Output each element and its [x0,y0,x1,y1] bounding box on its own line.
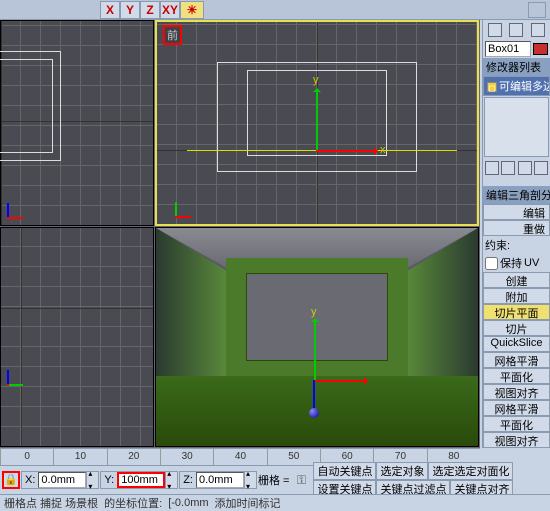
attach-button[interactable]: 附加 [483,288,550,304]
viewport-front[interactable]: 前 y x [155,20,479,226]
timeline-tick: 0 [0,449,53,465]
status-coord-label: 的坐标位置: [104,495,162,511]
show-end-icon[interactable] [501,161,515,175]
selected-obj-button[interactable]: 选定对象 [376,462,428,480]
gizmo-y-axis[interactable] [314,320,316,380]
viewport-bottom-left[interactable] [0,227,154,447]
viewalign2-button[interactable]: 视图对齐 [483,432,550,448]
remove-mod-icon[interactable] [534,161,548,175]
viewport-label-front[interactable]: 前 [163,25,182,45]
timeline-tick: 30 [160,449,213,465]
timeline-tick: 50 [267,449,320,465]
key-icon[interactable]: ⚿ [290,471,312,489]
slice-plane-button[interactable]: 切片平面 [483,304,550,320]
timeline-tick: 20 [107,449,160,465]
modifier-list-label[interactable]: 修改器列表 [483,58,550,76]
quickslice-button[interactable]: QuickSlice [483,336,550,352]
axis-y-button[interactable]: Y [120,1,140,19]
status-add-marker[interactable]: 添加时间标记 [215,495,281,511]
viewport-area: 前 y x [0,20,480,448]
axis-z-button[interactable]: Z [140,1,160,19]
grid-label: 栅格 = [258,472,289,488]
coord-z-input[interactable] [196,472,244,488]
viewport-axis-tripod [175,200,193,218]
top-toolbar: X Y Z XY ☀ [0,0,550,20]
status-bar: 栅格点 捕捉 场景根 的坐标位置: [-0.0mm 添加时间标记 [0,494,550,510]
command-panel: 修改器列表 ◻可编辑多边 编辑三角剖分 编辑 重做 约束: 保持 UV 创建 附… [482,20,550,448]
stack-tool-icons [483,158,550,178]
gizmo-x-axis[interactable] [316,150,376,152]
gizmo-y-axis[interactable] [316,90,318,150]
coord-z-spinner[interactable] [244,472,256,488]
redo-button[interactable]: 重做 [483,220,550,236]
coord-z-group: Z: [179,471,257,489]
keep-uv-row: 保持 UV [483,254,550,272]
stack-toggle-icon[interactable]: ◻ [487,82,497,92]
modifier-stack-area[interactable] [484,97,549,157]
timeline-tick: 10 [53,449,106,465]
status-coord-value: [-0.0mm [168,497,208,509]
edit-rollout-title[interactable]: 编辑三角剖分 [483,186,550,204]
axis-constraint-buttons: X Y Z XY ☀ [100,1,204,19]
pin-stack-icon[interactable] [485,161,499,175]
msmooth-button[interactable]: 网格平滑 [483,352,550,368]
stack-item-label: 可编辑多边 [499,81,550,93]
keep-uv-checkbox[interactable] [485,257,498,270]
coord-y-input[interactable] [117,472,165,488]
keep-label: 保持 [500,255,522,271]
create-tab-icon[interactable] [488,23,502,37]
gizmo-z-axis[interactable] [313,380,315,410]
msmooth2-button[interactable]: 网格平滑 [483,400,550,416]
command-panel-tabs [483,20,550,40]
coord-y-spinner[interactable] [165,472,177,488]
coord-x-group: X: [21,471,99,489]
grid-axis-h [1,308,153,309]
bottom-coordinate-bar: 🔒 X: Y: Z: 栅格 = ⚿ 自动关键点 选定对象 选定选定对面化 设置关… [0,466,550,494]
slice-button[interactable]: 切片 [483,320,550,336]
object-name-row [483,40,550,58]
lock-selection-button[interactable]: 🔒 [2,471,20,489]
viewalign-button[interactable]: 视图对齐 [483,384,550,400]
constrain-row: 约束: [483,236,550,254]
coord-y-label: Y: [101,474,117,486]
timeline-tick: 40 [213,449,266,465]
coord-y-group: Y: [100,471,178,489]
hierarchy-tab-icon[interactable] [531,23,545,37]
coord-x-spinner[interactable] [86,472,98,488]
auto-key-button[interactable]: 自动关键点 [313,462,376,480]
axis-xy-button[interactable]: XY [160,1,180,19]
selected-fixed-button[interactable]: 选定选定对面化 [428,462,513,480]
constrain-label: 约束: [485,237,510,253]
viewport-axis-tripod [7,368,25,386]
unique-icon[interactable] [518,161,532,175]
coord-x-input[interactable] [38,472,86,488]
gizmo-y-label: y [313,74,319,86]
status-snap: 栅格点 捕捉 场景根 [4,495,98,511]
viewport-axis-tripod [7,201,25,219]
object-color-swatch[interactable] [533,43,548,55]
viewport-top-left[interactable] [0,20,154,226]
axis-plane-toggle[interactable]: ☀ [180,1,204,19]
wireframe-box-inner [0,59,53,153]
create-button[interactable]: 创建 [483,272,550,288]
edit-button[interactable]: 编辑 [483,204,550,220]
planarize-button[interactable]: 平面化 [483,368,550,384]
grid-overlay [1,228,153,446]
axis-x-button[interactable]: X [100,1,120,19]
modifier-stack-item[interactable]: ◻可编辑多边 [483,76,550,96]
gizmo-y-label: y [311,306,317,318]
gizmo-x-label: x [380,144,386,156]
grid-axis-v [21,228,22,446]
viewport-perspective[interactable]: y [155,227,479,447]
planarize2-button[interactable]: 平面化 [483,416,550,432]
object-name-input[interactable] [485,41,531,57]
gizmo-origin-icon [309,408,319,418]
keep-suffix: UV [524,257,539,269]
modify-tab-icon[interactable] [509,23,523,37]
gizmo-x-axis[interactable] [314,380,366,382]
coord-z-label: Z: [180,474,196,486]
coord-x-label: X: [22,474,38,486]
panel-toggle-button[interactable] [528,2,546,18]
